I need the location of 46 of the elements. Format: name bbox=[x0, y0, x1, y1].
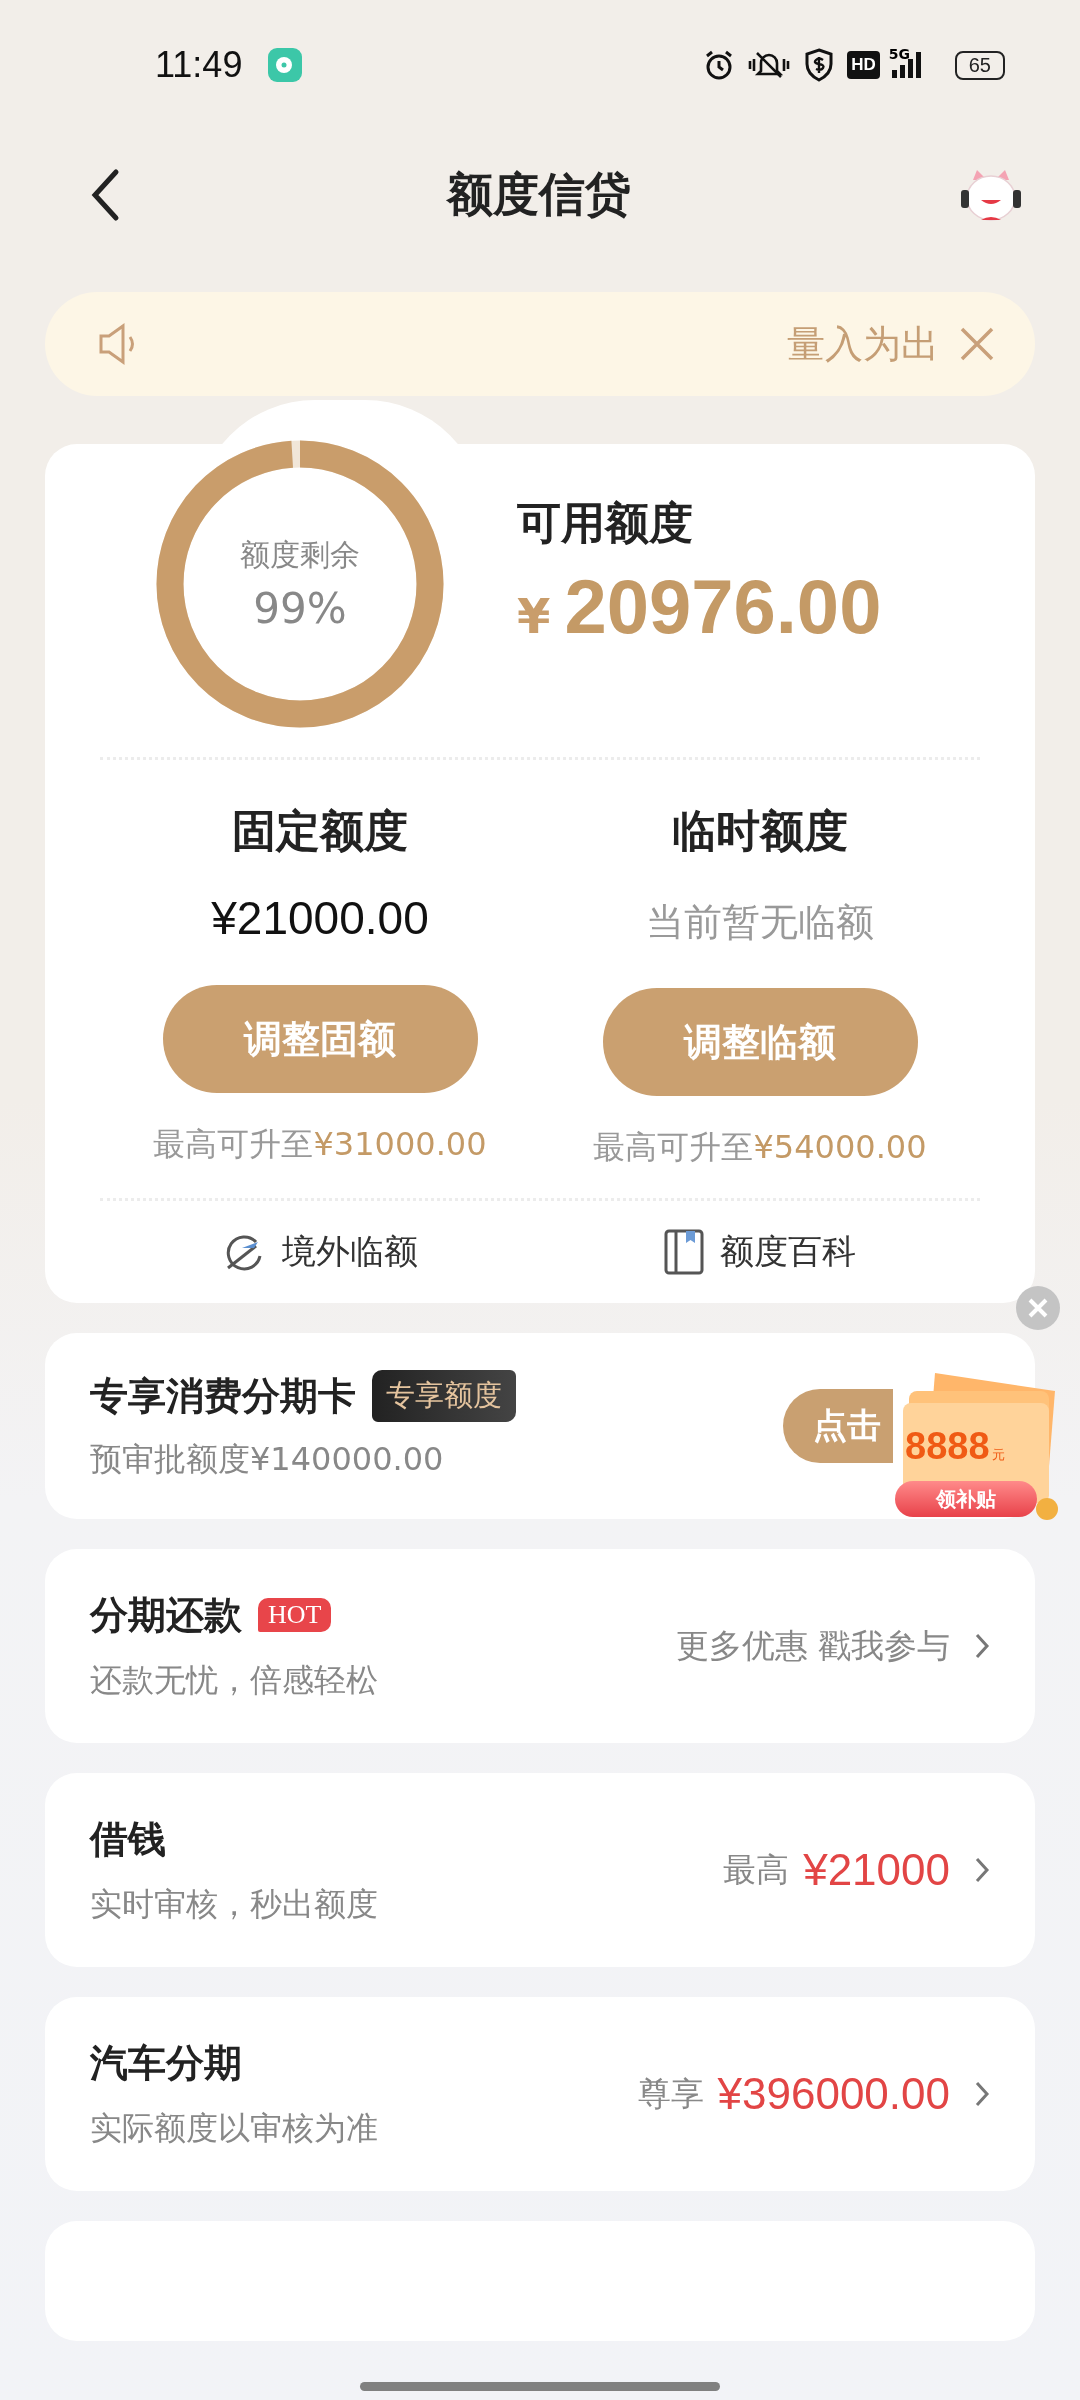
service-amount: ¥396000.00 bbox=[717, 2069, 950, 2119]
quota-amount: ¥21000.00 bbox=[211, 891, 429, 945]
empty-quota-text: 当前暂无临额 bbox=[646, 899, 874, 946]
max-limit-hint: 最高可升至¥54000.00 bbox=[593, 1127, 927, 1168]
service-title: 借钱 bbox=[90, 1815, 166, 1863]
battery-icon: 65 bbox=[954, 50, 1005, 80]
service-subtitle: 实际额度以审核为准 bbox=[90, 2107, 378, 2149]
ring-percent: 99% bbox=[253, 584, 347, 633]
service-card[interactable]: 汽车分期 实际额度以审核为准 尊享 ¥396000.00 bbox=[45, 1997, 1035, 2191]
service-title: 分期还款 bbox=[90, 1591, 242, 1639]
available-amount: 20976.00 bbox=[564, 562, 882, 650]
notice-text: 量入为出 bbox=[787, 320, 939, 368]
service-card[interactable]: 分期还款 HOT 还款无忧，倍感轻松 更多优惠 戳我参与 bbox=[45, 1549, 1035, 1743]
amount-prefix: 最高 bbox=[723, 1848, 790, 1891]
ring-label: 额度剩余 bbox=[240, 536, 360, 574]
card-tag: 专享额度 bbox=[372, 1370, 516, 1422]
available-label: 可用额度 bbox=[517, 495, 694, 550]
quota-type-title: 固定额度 bbox=[232, 804, 408, 858]
service-subtitle: 实时审核，秒出额度 bbox=[90, 1883, 378, 1925]
subsidy-amount: 8888 bbox=[905, 1425, 990, 1468]
music-app-icon bbox=[268, 48, 303, 82]
book-icon[interactable] bbox=[664, 1229, 704, 1275]
back-icon[interactable] bbox=[90, 168, 120, 222]
card-subtitle: 预审批额度¥140000.00 bbox=[90, 1439, 445, 1480]
service-card[interactable]: 借钱 实时审核，秒出额度 最高 ¥21000 bbox=[45, 1773, 1035, 1967]
network-type: 5G bbox=[888, 46, 911, 62]
chevron-right-icon bbox=[974, 2080, 990, 2108]
amount-prefix: 尊享 bbox=[637, 2072, 704, 2115]
chevron-right-icon bbox=[974, 1632, 990, 1660]
quick-link[interactable]: 额度百科 bbox=[720, 1229, 856, 1275]
card-title: 专享消费分期卡 bbox=[90, 1372, 356, 1420]
service-promo-text: 更多优惠 戳我参与 bbox=[675, 1624, 950, 1667]
service-title: 汽车分期 bbox=[90, 2039, 242, 2087]
page-title: 额度信贷 bbox=[446, 166, 631, 223]
hot-tag: HOT bbox=[258, 1598, 332, 1632]
quick-link[interactable]: 境外临额 bbox=[282, 1229, 418, 1275]
quota-type-title: 临时额度 bbox=[672, 804, 848, 858]
max-limit-hint: 最高可升至¥31000.00 bbox=[153, 1124, 487, 1165]
status-time: 11:49 bbox=[155, 44, 243, 86]
service-subtitle: 还款无忧，倍感轻松 bbox=[90, 1659, 378, 1701]
hd-icon: HD bbox=[847, 51, 880, 79]
shield-icon bbox=[803, 48, 836, 82]
chevron-right-icon bbox=[974, 1856, 990, 1884]
service-amount: ¥21000 bbox=[803, 1845, 950, 1895]
subsidy-unit: 元 bbox=[991, 1446, 1005, 1464]
currency-symbol: ¥ bbox=[517, 587, 551, 644]
